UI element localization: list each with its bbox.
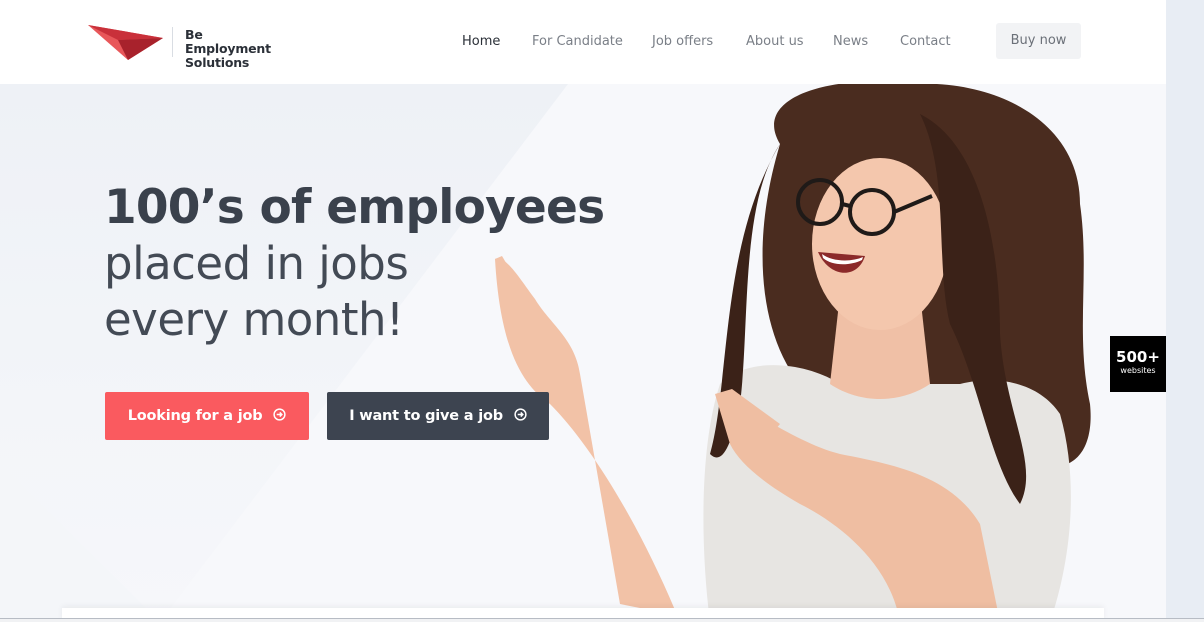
page: Be Employment Solutions Home For Candida… [0, 0, 1166, 622]
right-gutter [1166, 0, 1204, 622]
site-header: Be Employment Solutions Home For Candida… [0, 0, 1166, 84]
nav-item-for-candidate[interactable]: For Candidate [532, 34, 623, 49]
websites-count-badge[interactable]: 500+ websites [1110, 336, 1166, 392]
buy-now-button[interactable]: Buy now [996, 23, 1081, 59]
looking-for-job-label: Looking for a job [127, 408, 263, 424]
nav-item-contact[interactable]: Contact [900, 34, 951, 49]
websites-count: 500+ [1116, 348, 1160, 366]
window-bottom-edge [0, 618, 1204, 622]
hero-headline-bold: 100’s of employees [104, 180, 605, 235]
hero-section: 100’s of employees placed in jobs every … [0, 84, 1166, 622]
hero-headline-line3: every month! [104, 293, 404, 346]
nav-item-job-offers[interactable]: Job offers [652, 34, 713, 49]
websites-label: websites [1120, 366, 1156, 375]
arrow-circle-right-icon [273, 408, 286, 421]
give-job-label: I want to give a job [349, 408, 503, 424]
looking-for-job-button[interactable]: Looking for a job [105, 392, 309, 440]
give-job-button[interactable]: I want to give a job [327, 392, 549, 440]
hero-woman-image [495, 84, 1091, 622]
arrow-circle-right-icon [514, 408, 527, 421]
nav-item-home[interactable]: Home [462, 34, 500, 49]
nav-item-news[interactable]: News [833, 34, 868, 49]
hero-headline-line2: placed in jobs [104, 237, 409, 290]
main-nav: Home For Candidate Job offers About us N… [0, 0, 1166, 84]
hero-headline: 100’s of employees placed in jobs every … [104, 180, 605, 348]
nav-item-about-us[interactable]: About us [746, 34, 804, 49]
